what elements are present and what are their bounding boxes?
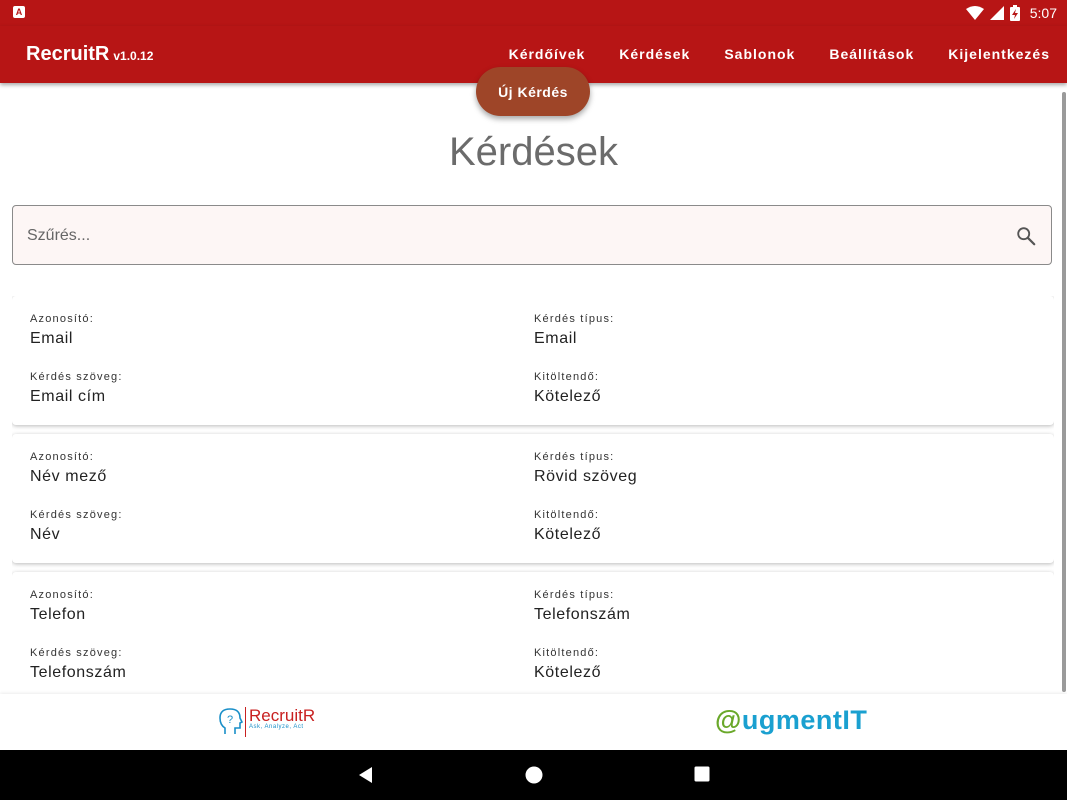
question-id-label: Azonosító: [30, 313, 94, 325]
question-text-value: Név [30, 526, 61, 543]
system-nav-bar [0, 750, 1067, 800]
augmentit-logo: @ugmentIT [715, 705, 867, 736]
nav-item-kerdoivek[interactable]: Kérdőívek [509, 46, 586, 62]
question-type-field: Kérdés típus: Rövid szöveg [534, 451, 637, 486]
question-type-value: Rövid szöveg [534, 468, 638, 485]
question-card[interactable]: Azonosító: Email Kérdés típus: Email Kér… [12, 296, 1054, 425]
question-text-field: Kérdés szöveg: Email cím [30, 371, 123, 406]
question-required-value: Kötelező [534, 526, 602, 543]
augmentit-logo-name: ugmentIT [741, 705, 868, 735]
status-time: 5:07 [1029, 5, 1057, 21]
question-required-field: Kitöltendő: Kötelező [534, 509, 601, 544]
nav-item-kerdesek[interactable]: Kérdések [619, 46, 690, 62]
question-card[interactable]: Azonosító: Név mező Kérdés típus: Rövid … [12, 434, 1054, 563]
page-scrollbar[interactable] [1062, 92, 1066, 692]
question-text-field: Kérdés szöveg: Telefonszám [30, 647, 126, 682]
new-question-button[interactable]: Új Kérdés [476, 67, 590, 116]
status-icons: 5:07 [965, 4, 1057, 22]
recents-icon[interactable] [694, 766, 710, 783]
svg-text:?: ? [227, 714, 233, 726]
app-name: RecruitR [26, 43, 110, 65]
question-text-value: Email cím [30, 388, 106, 405]
head-question-icon: ? [219, 708, 243, 734]
question-text-label: Kérdés szöveg: [30, 509, 123, 521]
question-id-label: Azonosító: [30, 589, 94, 601]
question-type-field: Kérdés típus: Telefonszám [534, 589, 630, 624]
top-nav: Kérdőívek Kérdések Sablonok Beállítások … [509, 46, 1050, 62]
question-required-label: Kitöltendő: [534, 647, 600, 659]
question-card[interactable]: Azonosító: Telefon Kérdés típus: Telefon… [12, 572, 1054, 694]
app-title: RecruitR v1.0.12 [26, 43, 153, 66]
battery-charging-icon [1009, 5, 1020, 21]
question-id-value: Telefon [30, 606, 86, 623]
question-text-label: Kérdés szöveg: [30, 371, 123, 383]
question-type-label: Kérdés típus: [534, 313, 615, 325]
home-icon[interactable] [525, 766, 543, 784]
question-required-label: Kitöltendő: [534, 371, 600, 383]
recruitr-logo: ? RecruitR Ask, Analyze, Act [219, 707, 315, 737]
question-required-field: Kitöltendő: Kötelező [534, 647, 601, 682]
question-type-label: Kérdés típus: [534, 589, 615, 601]
question-required-value: Kötelező [534, 388, 602, 405]
question-list: Azonosító: Email Kérdés típus: Email Kér… [12, 296, 1054, 694]
question-id-field: Azonosító: Név mező [30, 451, 107, 486]
question-required-label: Kitöltendő: [534, 509, 600, 521]
page-title: Kérdések [449, 130, 618, 174]
question-required-value: Kötelező [534, 664, 602, 681]
nav-item-beallitasok[interactable]: Beállítások [829, 46, 914, 62]
question-id-field: Azonosító: Email [30, 313, 94, 348]
question-text-value: Telefonszám [30, 664, 127, 681]
question-id-label: Azonosító: [30, 451, 94, 463]
question-id-field: Azonosító: Telefon [30, 589, 94, 624]
nav-item-sablonok[interactable]: Sablonok [724, 46, 795, 62]
status-bar: A 5:07 [0, 0, 1067, 26]
filter-field[interactable] [12, 205, 1052, 266]
question-type-value: Telefonszám [534, 606, 631, 623]
question-text-label: Kérdés szöveg: [30, 647, 123, 659]
wifi-icon [965, 6, 984, 20]
question-required-field: Kitöltendő: Kötelező [534, 371, 601, 406]
signal-icon [989, 6, 1004, 20]
logo-divider [245, 707, 246, 737]
question-type-value: Email [534, 330, 578, 347]
recruitr-logo-name: RecruitR [249, 706, 316, 725]
question-id-value: Email [30, 330, 74, 347]
nav-item-kijelentkezes[interactable]: Kijelentkezés [948, 46, 1050, 62]
question-type-field: Kérdés típus: Email [534, 313, 614, 348]
filter-input[interactable] [25, 206, 1009, 266]
search-icon[interactable] [1015, 225, 1037, 247]
back-icon[interactable] [357, 766, 373, 784]
app-version: v1.0.12 [113, 49, 154, 63]
footer: ? RecruitR Ask, Analyze, Act @ugmentIT [0, 694, 1067, 750]
question-id-value: Név mező [30, 468, 107, 485]
app-notification-icon: A [13, 6, 25, 18]
question-type-label: Kérdés típus: [534, 451, 615, 463]
question-text-field: Kérdés szöveg: Név [30, 509, 123, 544]
augmentit-logo-at: @ [715, 705, 742, 735]
